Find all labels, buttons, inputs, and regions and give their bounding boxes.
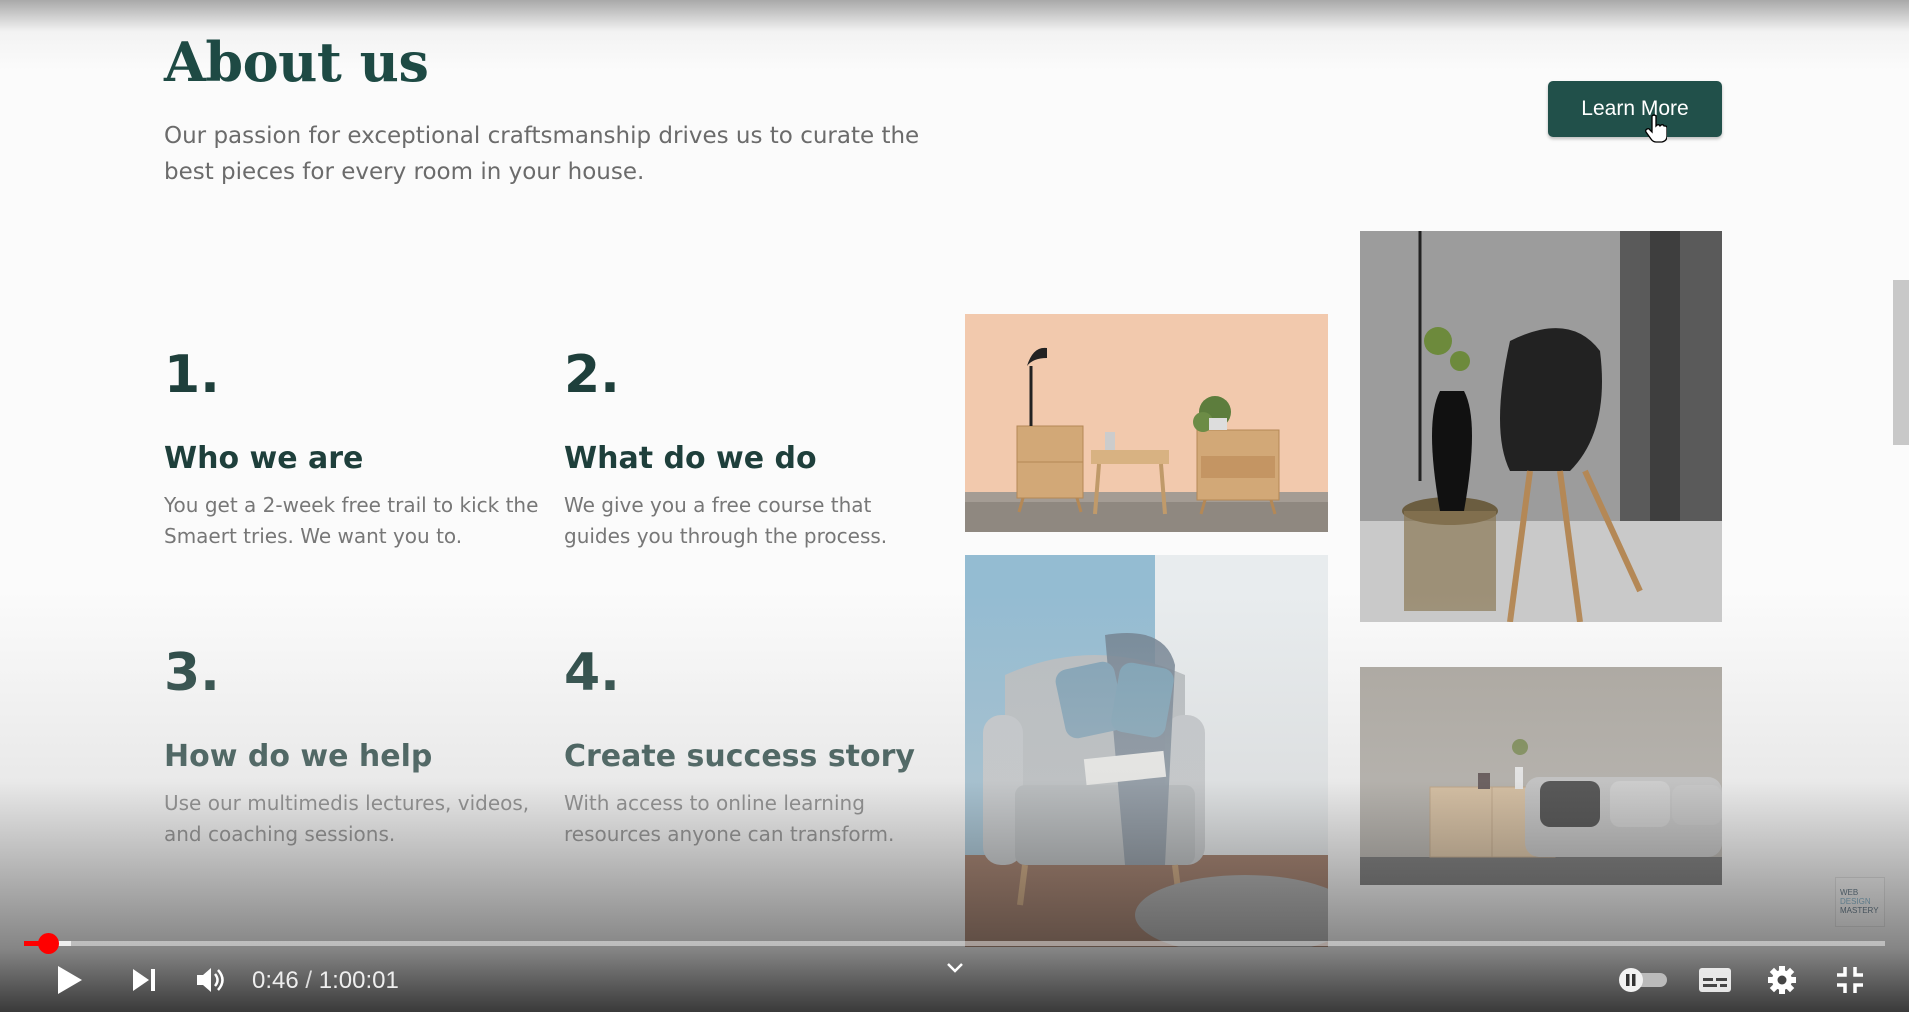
feature-4: 4. Create success story With access to o… [564,643,944,850]
exit-fullscreen-icon [1837,967,1863,993]
chevron-down-icon [947,963,963,973]
play-icon [58,966,82,994]
channel-watermark-logo[interactable]: WEB DESIGN MASTERY [1835,877,1885,927]
video-frame[interactable]: About us Our passion for exceptional cra… [0,0,1909,1012]
watermark-line: DESIGN [1840,897,1871,906]
player-controls: 0:46 / 1:00:01 [0,955,1909,1012]
page-title: About us [164,30,429,94]
feature-description: We give you a free course that guides yo… [564,493,888,548]
settings-button[interactable] [1762,955,1802,1005]
duration: 1:00:01 [318,967,399,994]
feature-title: How do we help [164,739,433,774]
autoplay-toggle[interactable] [1614,955,1672,1005]
feature-description: You get a 2-week free trail to kick the … [164,493,539,548]
current-time: 0:46 [252,967,299,994]
feature-number: 2. [564,345,620,405]
photo-black-chair [1360,231,1722,622]
photo-nightstands [965,314,1328,532]
autoplay-toggle-icon [1619,968,1667,992]
hand-cursor-icon [1645,114,1667,143]
progress-scrubber[interactable] [38,933,60,954]
feature-description: With access to online learning resources… [564,791,895,846]
photo-armchair [965,555,1328,947]
feature-number: 1. [164,345,220,405]
time-display: 0:46 / 1:00:01 [252,967,399,995]
feature-number: 3. [164,643,220,703]
next-icon [133,969,155,991]
feature-1: 1. Who we are You get a 2-week free trai… [164,345,544,552]
feature-number: 4. [564,643,620,703]
photo-sofa [1360,667,1722,885]
watermark-line: WEB [1840,888,1859,897]
feature-title: Who we are [164,441,364,476]
subtitles-button[interactable] [1694,955,1736,1005]
volume-icon [197,968,224,992]
feature-3: 3. How do we help Use our multimedis lec… [164,643,544,850]
about-description: Our passion for exceptional craftsmanshi… [164,123,920,185]
chapter-expand-button[interactable] [940,943,970,993]
settings-icon [1768,966,1796,994]
feature-description: Use our multimedis lectures, videos, and… [164,791,530,846]
exit-fullscreen-button[interactable] [1830,955,1870,1005]
play-button[interactable] [48,955,90,1005]
page-scrollbar[interactable] [1893,280,1909,445]
watermark-line: MASTERY [1840,906,1879,915]
volume-button[interactable] [190,955,232,1005]
next-button[interactable] [124,955,164,1005]
subtitles-icon [1699,968,1731,992]
time-separator: / [305,967,313,994]
feature-title: Create success story [564,739,915,774]
feature-title: What do we do [564,441,817,476]
feature-2: 2. What do we do We give you a free cour… [564,345,944,552]
learn-more-button[interactable]: Learn More [1548,81,1722,137]
